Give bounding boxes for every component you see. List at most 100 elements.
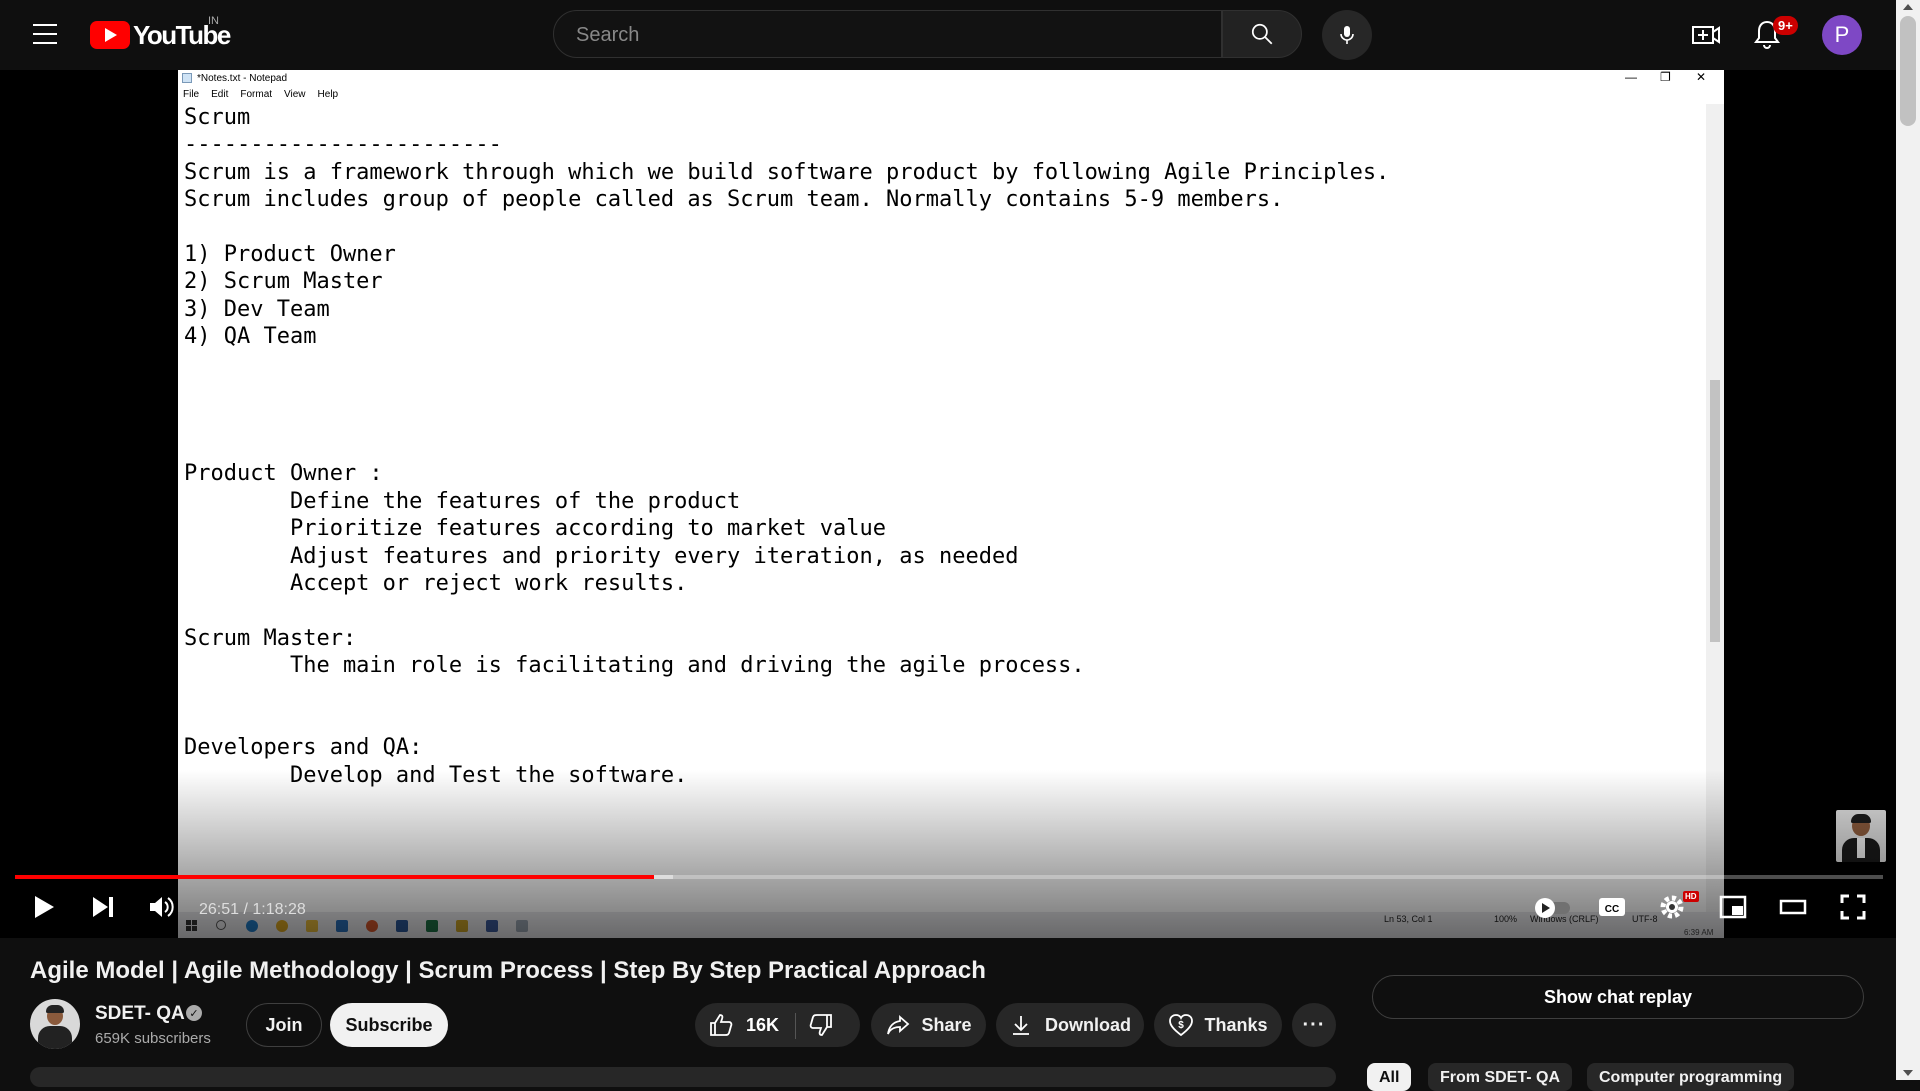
subtitles-button[interactable]: CC — [1597, 892, 1627, 927]
miniplayer-icon — [1719, 895, 1747, 919]
cc-icon: CC — [1599, 898, 1625, 916]
notepad-line — [184, 680, 1389, 707]
notepad-title-bar: *Notes.txt - Notepad — ❐ ✕ — [178, 70, 1724, 86]
search-button[interactable] — [1222, 10, 1302, 58]
like-separator — [795, 1013, 796, 1039]
create-video-icon — [1692, 26, 1720, 44]
notepad-line — [184, 433, 1389, 460]
theater-icon — [1779, 899, 1807, 915]
theater-mode-button[interactable] — [1778, 892, 1808, 927]
scrollbar-thumb[interactable] — [1900, 16, 1916, 126]
progress-bar[interactable] — [15, 875, 1883, 879]
share-icon — [887, 1015, 910, 1035]
search-input[interactable] — [574, 23, 1178, 48]
page-scrollbar[interactable] — [1896, 0, 1920, 1080]
like-count: 16K — [746, 1014, 780, 1035]
show-chat-replay-button[interactable]: Show chat replay — [1372, 975, 1864, 1019]
thumbs-up-icon — [710, 1014, 733, 1036]
like-button[interactable]: 16K — [706, 1003, 794, 1047]
status-encoding: UTF-8 — [1632, 914, 1658, 924]
minimize-icon: — — [1625, 70, 1637, 84]
join-label: Join — [265, 1014, 303, 1035]
video-frame-notepad: *Notes.txt - Notepad — ❐ ✕ File Edit For… — [178, 70, 1724, 938]
notepad-line: Product Owner : — [184, 461, 383, 487]
menu-edit: Edit — [211, 88, 229, 100]
channel-name[interactable]: SDET- QA — [95, 1003, 185, 1025]
share-label: Share — [921, 1014, 972, 1035]
channel-avatar[interactable] — [30, 999, 80, 1049]
notepad-line — [184, 597, 1389, 624]
notepad-icon — [182, 73, 192, 83]
notepad-line: Develop and Test the software. — [184, 762, 688, 788]
menu-file: File — [183, 88, 200, 100]
notepad-scrollbar — [1706, 104, 1724, 934]
subscriber-count: 659K subscribers — [95, 1030, 211, 1047]
thumbs-down-icon — [809, 1014, 832, 1036]
download-button[interactable]: Download — [996, 1003, 1144, 1047]
account-avatar[interactable]: P — [1822, 15, 1862, 55]
miniplayer-button[interactable] — [1718, 892, 1748, 927]
chip-from-channel[interactable]: From SDET- QA — [1428, 1063, 1573, 1091]
menu-view: View — [284, 88, 306, 100]
notepad-line: 3) Dev Team — [184, 296, 330, 322]
notepad-line — [184, 707, 1389, 734]
chip-all[interactable]: All — [1367, 1063, 1412, 1091]
close-icon: ✕ — [1696, 70, 1707, 84]
notification-badge: 9+ — [1773, 16, 1798, 35]
create-button[interactable] — [1690, 19, 1722, 51]
description-box[interactable] — [30, 1067, 1336, 1087]
restore-icon: ❐ — [1660, 70, 1671, 84]
notepad-line: 1) Product Owner — [184, 242, 396, 268]
presenter-webcam — [1836, 810, 1886, 862]
hd-badge: HD — [1683, 891, 1699, 902]
notepad-text: Scrum ------------------------ Scrum is a … — [184, 104, 1389, 789]
share-button[interactable]: Share — [871, 1003, 986, 1047]
notepad-line: Prioritize features according to market … — [184, 516, 886, 542]
status-zoom: 100% — [1494, 914, 1518, 924]
video-title: Agile Model | Agile Methodology | Scrum … — [30, 957, 986, 984]
notepad-line: Scrum includes group of people called as… — [184, 187, 1284, 213]
more-actions-button[interactable]: ··· — [1292, 1003, 1336, 1047]
dislike-button[interactable] — [808, 1003, 848, 1047]
subscribe-button[interactable]: Subscribe — [330, 1003, 448, 1047]
search-box[interactable] — [553, 10, 1222, 58]
next-button[interactable] — [88, 892, 118, 927]
verified-icon: ✓ — [186, 1005, 202, 1021]
subscribe-label: Subscribe — [345, 1014, 433, 1035]
voice-search-button[interactable] — [1322, 10, 1372, 60]
join-button[interactable]: Join — [246, 1003, 322, 1047]
youtube-logo[interactable]: YouTube IN — [90, 15, 231, 50]
menu-format: Format — [240, 88, 273, 100]
next-icon — [93, 897, 113, 917]
chip-related[interactable]: Computer programming — [1587, 1063, 1795, 1091]
microphone-icon — [1340, 26, 1354, 44]
progress-played — [15, 875, 654, 879]
notepad-line: Scrum — [184, 105, 251, 130]
notepad-line — [184, 214, 1389, 241]
notepad-line — [184, 351, 1389, 378]
notepad-line: Scrum Master: — [184, 625, 357, 651]
scroll-down-icon[interactable] — [1903, 1070, 1913, 1076]
scroll-up-icon[interactable] — [1903, 4, 1913, 10]
thanks-heart-icon: $ — [1169, 1014, 1194, 1037]
svg-text:CC: CC — [1605, 904, 1619, 915]
status-position: Ln 53, Col 1 — [1384, 914, 1433, 924]
fullscreen-button[interactable] — [1838, 892, 1868, 927]
menu-help: Help — [317, 88, 339, 100]
notepad-line: ------------------------ — [184, 132, 502, 158]
chat-replay-label: Show chat replay — [1543, 986, 1693, 1007]
thanks-button[interactable]: $ Thanks — [1154, 1003, 1282, 1047]
fullscreen-icon — [1840, 894, 1866, 920]
autoplay-toggle[interactable] — [1534, 898, 1572, 923]
menu-icon[interactable] — [33, 24, 57, 44]
notepad-menu-bar: File Edit Format View Help — [178, 86, 1724, 102]
notepad-line: Developers and QA: — [184, 735, 423, 761]
play-button[interactable] — [28, 892, 58, 927]
more-icon: ··· — [1302, 1013, 1326, 1036]
volume-button[interactable] — [146, 892, 176, 927]
notepad-line: Adjust features and priority every itera… — [184, 543, 1019, 569]
notepad-window-title: *Notes.txt - Notepad — [197, 73, 288, 84]
notepad-line — [184, 378, 1389, 405]
notepad-line: Scrum is a framework through which we bu… — [184, 159, 1390, 185]
video-player[interactable]: *Notes.txt - Notepad — ❐ ✕ File Edit For… — [0, 70, 1896, 938]
